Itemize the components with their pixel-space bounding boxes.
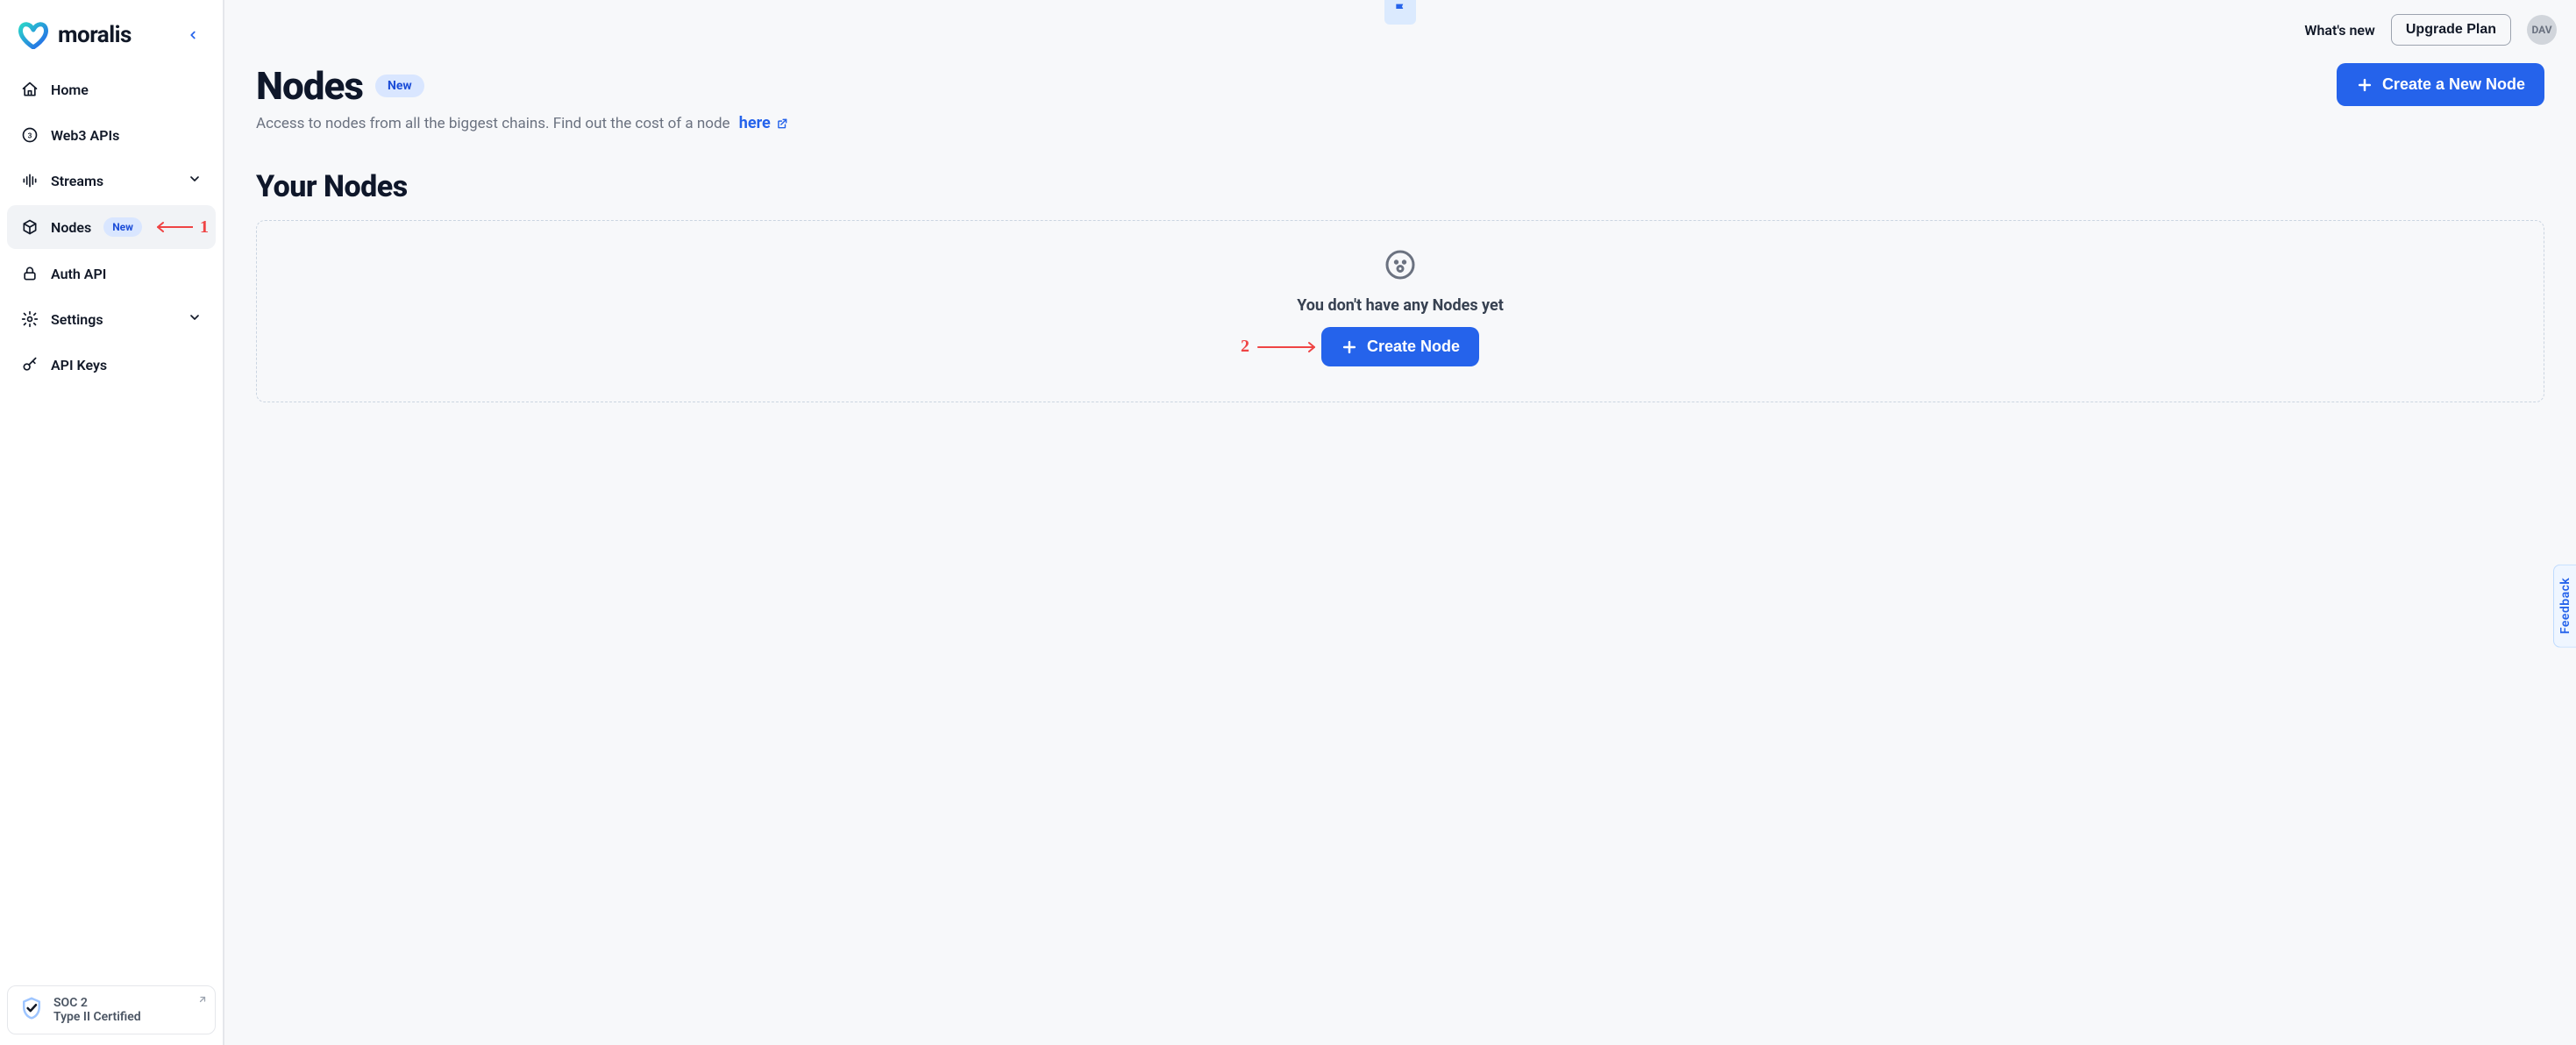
avatar[interactable]: DAV xyxy=(2527,15,2557,45)
cost-link-text: here xyxy=(739,114,771,132)
soc2-line1: SOC 2 xyxy=(53,996,141,1010)
create-node-label: Create Node xyxy=(1367,338,1460,356)
external-link-icon xyxy=(776,117,788,130)
shield-check-icon xyxy=(18,995,45,1025)
page-title: Nodes xyxy=(256,63,363,109)
sidebar-item-home[interactable]: Home xyxy=(7,68,216,110)
sidebar-item-api-keys[interactable]: API Keys xyxy=(7,344,216,386)
feedback-label: Feedback xyxy=(2558,578,2572,635)
svg-text:3: 3 xyxy=(28,132,32,140)
main: What's new Upgrade Plan DAV Nodes New Ac… xyxy=(224,0,2576,1045)
sidebar-item-label: Settings xyxy=(51,311,103,328)
your-nodes-title: Your Nodes xyxy=(256,169,2544,204)
annotation-2: 2 xyxy=(1241,337,1318,358)
create-new-node-label: Create a New Node xyxy=(2382,75,2525,94)
new-badge: New xyxy=(103,217,142,237)
sidebar-item-label: API Keys xyxy=(51,357,107,373)
feedback-tab[interactable]: Feedback xyxy=(2553,565,2576,648)
arrow-left-icon xyxy=(154,217,193,238)
empty-state: You don't have any Nodes yet 2 Create No… xyxy=(256,220,2544,402)
logo-row: moralis xyxy=(7,16,216,65)
sidebar: moralis Home 3 Web3 APIs xyxy=(0,0,224,1045)
plus-icon xyxy=(2356,76,2373,94)
sidebar-item-label: Auth API xyxy=(51,266,106,282)
cube-icon: 3 xyxy=(21,126,39,144)
plus-icon xyxy=(1341,338,1358,356)
logo-text: moralis xyxy=(58,22,132,48)
empty-state-text: You don't have any Nodes yet xyxy=(1297,296,1504,315)
logo-icon xyxy=(18,21,49,49)
sidebar-item-label: Web3 APIs xyxy=(51,127,119,144)
sidebar-item-web3-apis[interactable]: 3 Web3 APIs xyxy=(7,114,216,156)
soc2-text: SOC 2 Type II Certified xyxy=(53,996,141,1024)
page-description: Access to nodes from all the biggest cha… xyxy=(256,114,788,132)
create-new-node-button[interactable]: Create a New Node xyxy=(2337,63,2544,106)
sidebar-item-auth-api[interactable]: Auth API xyxy=(7,252,216,295)
content: Nodes New Access to nodes from all the b… xyxy=(224,46,2576,420)
flag-tab[interactable] xyxy=(1384,0,1416,25)
soc2-card[interactable]: SOC 2 Type II Certified xyxy=(7,985,216,1034)
streams-icon xyxy=(21,172,39,189)
soc2-line2: Type II Certified xyxy=(53,1010,141,1024)
whats-new-link[interactable]: What's new xyxy=(2304,22,2374,39)
sidebar-collapse-button[interactable] xyxy=(181,23,205,47)
sidebar-item-label: Home xyxy=(51,82,89,98)
gear-icon xyxy=(21,310,39,328)
upgrade-plan-button[interactable]: Upgrade Plan xyxy=(2391,14,2511,46)
sidebar-item-nodes[interactable]: Nodes New 1 xyxy=(7,205,216,249)
annotation-1: 1 xyxy=(154,217,209,238)
cost-link[interactable]: here xyxy=(739,114,788,132)
title-new-badge: New xyxy=(375,75,424,97)
sidebar-item-streams[interactable]: Streams xyxy=(7,160,216,202)
page-description-text: Access to nodes from all the biggest cha… xyxy=(256,115,734,132)
lock-icon xyxy=(21,265,39,282)
arrow-right-icon xyxy=(1256,337,1318,358)
external-link-icon xyxy=(197,992,208,1008)
create-node-button[interactable]: Create Node xyxy=(1321,327,1479,366)
key-icon xyxy=(21,356,39,373)
nodes-icon xyxy=(21,218,39,236)
chevron-down-icon xyxy=(188,172,202,189)
annotation-number: 1 xyxy=(200,217,209,238)
home-icon xyxy=(21,81,39,98)
chevron-down-icon xyxy=(188,310,202,328)
annotation-number: 2 xyxy=(1241,337,1249,357)
page-header: Nodes New Access to nodes from all the b… xyxy=(256,63,2544,132)
surprised-face-icon xyxy=(1384,249,1416,284)
sidebar-item-label: Streams xyxy=(51,173,103,189)
sidebar-item-settings[interactable]: Settings xyxy=(7,298,216,340)
sidebar-item-label: Nodes xyxy=(51,219,91,236)
sidebar-nav: Home 3 Web3 APIs Streams xyxy=(7,68,216,386)
